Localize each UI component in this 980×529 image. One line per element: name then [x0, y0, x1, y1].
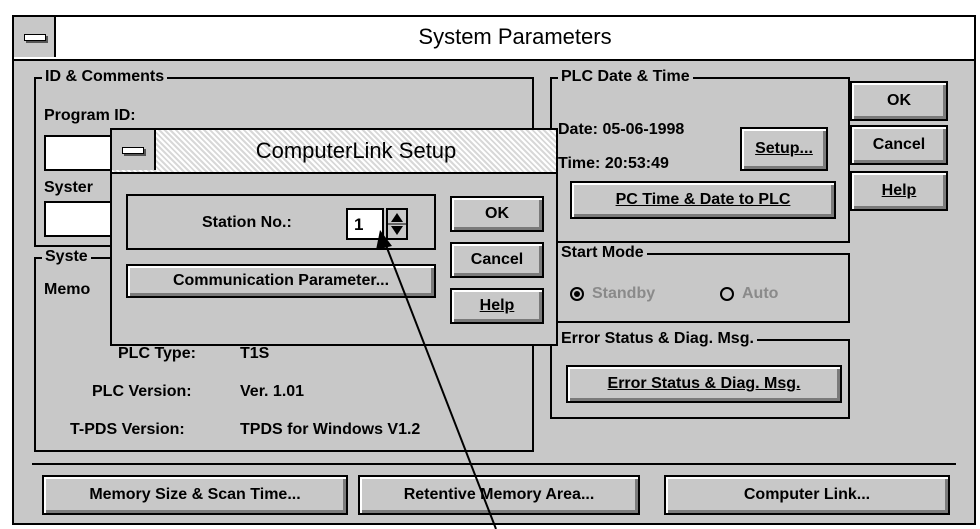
pointer-arrow-icon: [376, 230, 497, 529]
